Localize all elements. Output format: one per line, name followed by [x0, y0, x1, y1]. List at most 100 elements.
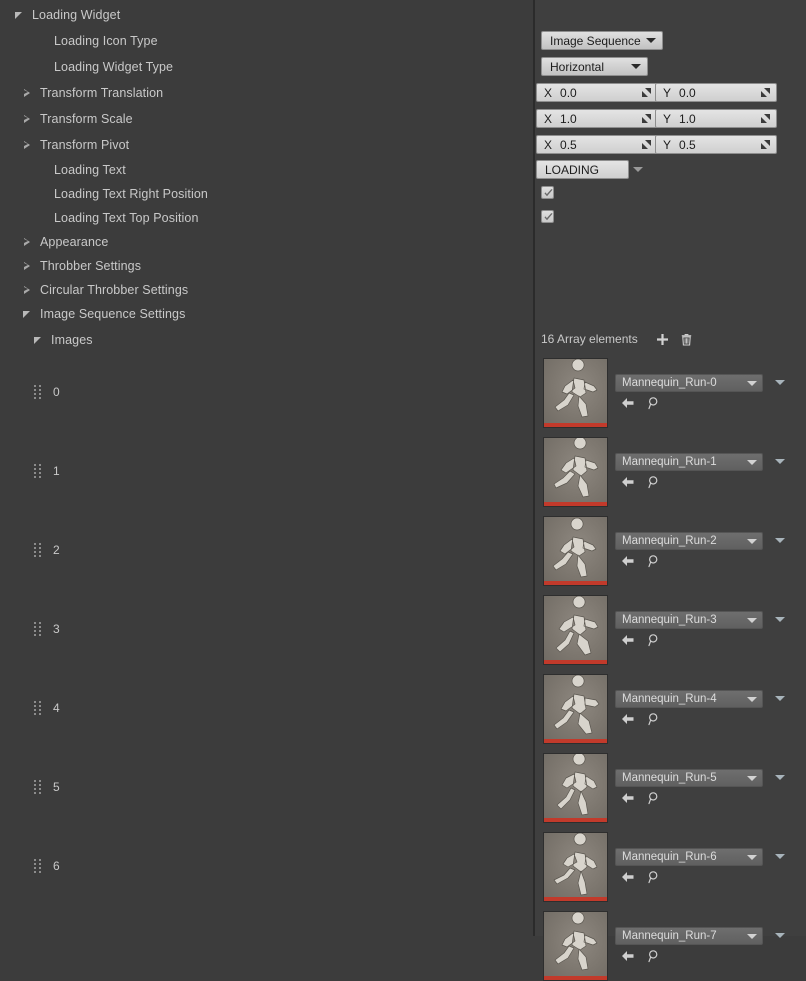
loading-text-dropdown-icon[interactable]: [633, 167, 643, 172]
array-index-row[interactable]: 5: [0, 777, 60, 797]
loading-widget-type-dropdown[interactable]: Horizontal: [541, 57, 648, 76]
tree-item-appearance[interactable]: Appearance: [0, 230, 108, 254]
loading-text-input[interactable]: LOADING: [536, 160, 629, 179]
tree-item-transform-scale[interactable]: Transform Scale: [0, 107, 133, 131]
expander-open-icon[interactable]: [14, 9, 27, 22]
back-arrow-icon[interactable]: [621, 396, 635, 415]
tree-item-loading-widget-type[interactable]: Loading Widget Type: [0, 55, 173, 79]
array-element-row: Mannequin_Run-4: [543, 674, 793, 744]
asset-thumbnail[interactable]: [543, 358, 608, 428]
array-index-row[interactable]: 1: [0, 461, 60, 481]
drag-handle-icon[interactable]: [34, 780, 42, 794]
tree-item-images[interactable]: Images: [0, 328, 93, 352]
asset-picker-dropdown[interactable]: Mannequin_Run-4: [615, 690, 763, 708]
drag-handle-icon[interactable]: [34, 543, 42, 557]
tree-item-transform-translation[interactable]: Transform Translation: [0, 81, 163, 105]
expander-open-icon[interactable]: [33, 334, 46, 347]
asset-picker-dropdown[interactable]: Mannequin_Run-0: [615, 374, 763, 392]
scale-y-input[interactable]: Y 1.0: [655, 109, 777, 128]
back-arrow-icon[interactable]: [621, 554, 635, 573]
asset-thumbnail[interactable]: [543, 437, 608, 507]
asset-thumbnail[interactable]: [543, 832, 608, 902]
drag-handle-icon[interactable]: [34, 464, 42, 478]
pivot-y-value: 0.5: [679, 137, 696, 152]
array-index-label: 2: [53, 543, 60, 557]
loading-icon-type-dropdown[interactable]: Image Sequence: [541, 31, 663, 50]
array-index-row[interactable]: 4: [0, 698, 60, 718]
back-arrow-icon[interactable]: [621, 712, 635, 731]
array-index-row[interactable]: 3: [0, 619, 60, 639]
array-index-row[interactable]: 2: [0, 540, 60, 560]
drag-handle-icon[interactable]: [34, 701, 42, 715]
magnifier-icon[interactable]: [647, 712, 661, 731]
row-options-chevron-icon[interactable]: [775, 617, 785, 622]
translation-y-input[interactable]: Y 0.0: [655, 83, 777, 102]
magnifier-icon[interactable]: [647, 396, 661, 415]
drag-handle-icon[interactable]: [34, 859, 42, 873]
expander-closed-icon[interactable]: [22, 113, 35, 126]
row-options-chevron-icon[interactable]: [775, 380, 785, 385]
loading-text-top-position-checkbox[interactable]: [541, 210, 554, 223]
pivot-y-input[interactable]: Y 0.5: [655, 135, 777, 154]
spinner-icon[interactable]: [641, 113, 652, 124]
drag-handle-icon[interactable]: [34, 622, 42, 636]
translation-x-input[interactable]: X 0.0: [536, 83, 658, 102]
asset-thumbnail[interactable]: [543, 595, 608, 665]
tree-item-transform-pivot[interactable]: Transform Pivot: [0, 133, 129, 157]
spinner-icon[interactable]: [760, 113, 771, 124]
tree-item-circular-throbber-settings[interactable]: Circular Throbber Settings: [0, 278, 188, 302]
asset-thumbnail[interactable]: [543, 753, 608, 823]
spinner-icon[interactable]: [641, 139, 652, 150]
array-index-row[interactable]: 6: [0, 856, 60, 876]
loading-text-right-position-checkbox[interactable]: [541, 186, 554, 199]
magnifier-icon[interactable]: [647, 554, 661, 573]
asset-thumbnail[interactable]: [543, 911, 608, 981]
magnifier-icon[interactable]: [647, 870, 661, 889]
scale-x-input[interactable]: X 1.0: [536, 109, 658, 128]
plus-icon[interactable]: [655, 331, 671, 347]
tree-item-throbber-settings[interactable]: Throbber Settings: [0, 254, 141, 278]
row-options-chevron-icon[interactable]: [775, 538, 785, 543]
pivot-x-input[interactable]: X 0.5: [536, 135, 658, 154]
tree-item-loading-text[interactable]: Loading Text: [0, 158, 126, 182]
back-arrow-icon[interactable]: [621, 633, 635, 652]
back-arrow-icon[interactable]: [621, 949, 635, 968]
magnifier-icon[interactable]: [647, 949, 661, 968]
expander-open-icon[interactable]: [22, 308, 35, 321]
asset-picker-dropdown[interactable]: Mannequin_Run-6: [615, 848, 763, 866]
back-arrow-icon[interactable]: [621, 791, 635, 810]
spinner-icon[interactable]: [760, 139, 771, 150]
asset-thumbnail[interactable]: [543, 516, 608, 586]
tree-item-loading-icon-type[interactable]: Loading Icon Type: [0, 29, 158, 53]
drag-handle-icon[interactable]: [34, 385, 42, 399]
expander-closed-icon[interactable]: [22, 260, 35, 273]
asset-picker-dropdown[interactable]: Mannequin_Run-3: [615, 611, 763, 629]
asset-picker-dropdown[interactable]: Mannequin_Run-5: [615, 769, 763, 787]
expander-closed-icon[interactable]: [22, 284, 35, 297]
magnifier-icon[interactable]: [647, 791, 661, 810]
expander-closed-icon[interactable]: [22, 139, 35, 152]
asset-picker-dropdown[interactable]: Mannequin_Run-7: [615, 927, 763, 945]
asset-thumbnail[interactable]: [543, 674, 608, 744]
spinner-icon[interactable]: [641, 87, 652, 98]
tree-item-loading-text-right-position[interactable]: Loading Text Right Position: [0, 182, 208, 206]
expander-closed-icon[interactable]: [22, 236, 35, 249]
row-options-chevron-icon[interactable]: [775, 459, 785, 464]
tree-item-image-sequence-settings[interactable]: Image Sequence Settings: [0, 302, 185, 326]
asset-picker-dropdown[interactable]: Mannequin_Run-2: [615, 532, 763, 550]
back-arrow-icon[interactable]: [621, 870, 635, 889]
array-index-row[interactable]: 0: [0, 382, 60, 402]
magnifier-icon[interactable]: [647, 633, 661, 652]
tree-item-loading-widget[interactable]: Loading Widget: [0, 3, 120, 27]
asset-picker-dropdown[interactable]: Mannequin_Run-1: [615, 453, 763, 471]
trash-icon[interactable]: [679, 331, 695, 347]
back-arrow-icon[interactable]: [621, 475, 635, 494]
expander-closed-icon[interactable]: [22, 87, 35, 100]
spinner-icon[interactable]: [760, 87, 771, 98]
tree-item-loading-text-top-position[interactable]: Loading Text Top Position: [0, 206, 199, 230]
magnifier-icon[interactable]: [647, 475, 661, 494]
row-options-chevron-icon[interactable]: [775, 775, 785, 780]
axis-label-x: X: [544, 85, 553, 100]
row-options-chevron-icon[interactable]: [775, 854, 785, 859]
row-options-chevron-icon[interactable]: [775, 696, 785, 701]
